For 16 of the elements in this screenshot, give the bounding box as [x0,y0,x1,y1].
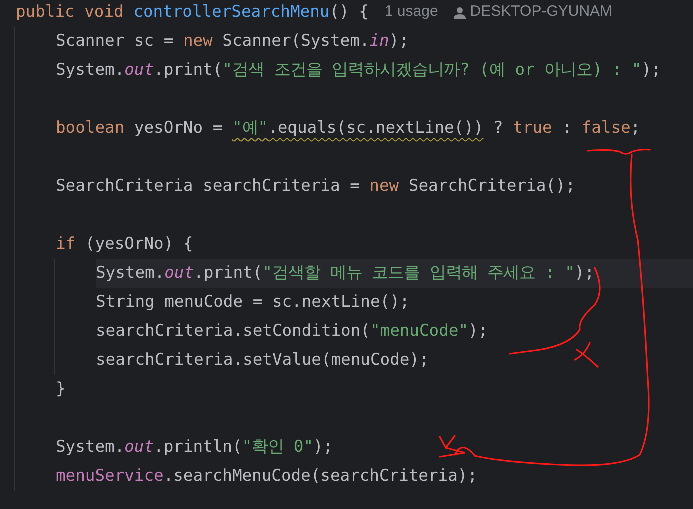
code-line: } [56,378,66,400]
usage-hint[interactable]: 1 usage [384,1,438,24]
code-line: SearchCriteria searchCriteria = new SearchCriteria(); [56,175,576,198]
code-line: searchCriteria.setValue(menuCode); [96,349,430,372]
code-line: public void controllerSearchMenu() { [16,1,369,24]
code-line: searchCriteria.setCondition("menuCode"); [96,320,488,342]
code-line: System.out.print("검색할 메뉴 코드를 입력해 주세요 : "); [96,262,595,284]
person-icon [454,6,466,18]
code-line: String menuCode = sc.nextLine(); [96,291,410,314]
code-line: menuService.searchMenuCode(searchCriteria); [56,465,478,488]
code-line: System.out.println("확인 0"); [56,436,334,458]
code-line: System.out.print("검색 조건을 입력하시겠습니까? (예 or 아니오) : "); [56,59,662,82]
code-line: Scanner sc = new Scanner(System.in); [56,30,409,52]
code-line: boolean yesOrNo = "예".equals(sc.nextLine()) ? true : false; [56,117,641,140]
author-hint[interactable]: DESKTOP-GYUNAM [470,1,613,24]
code-line: if (yesOrNo) { [56,233,194,256]
